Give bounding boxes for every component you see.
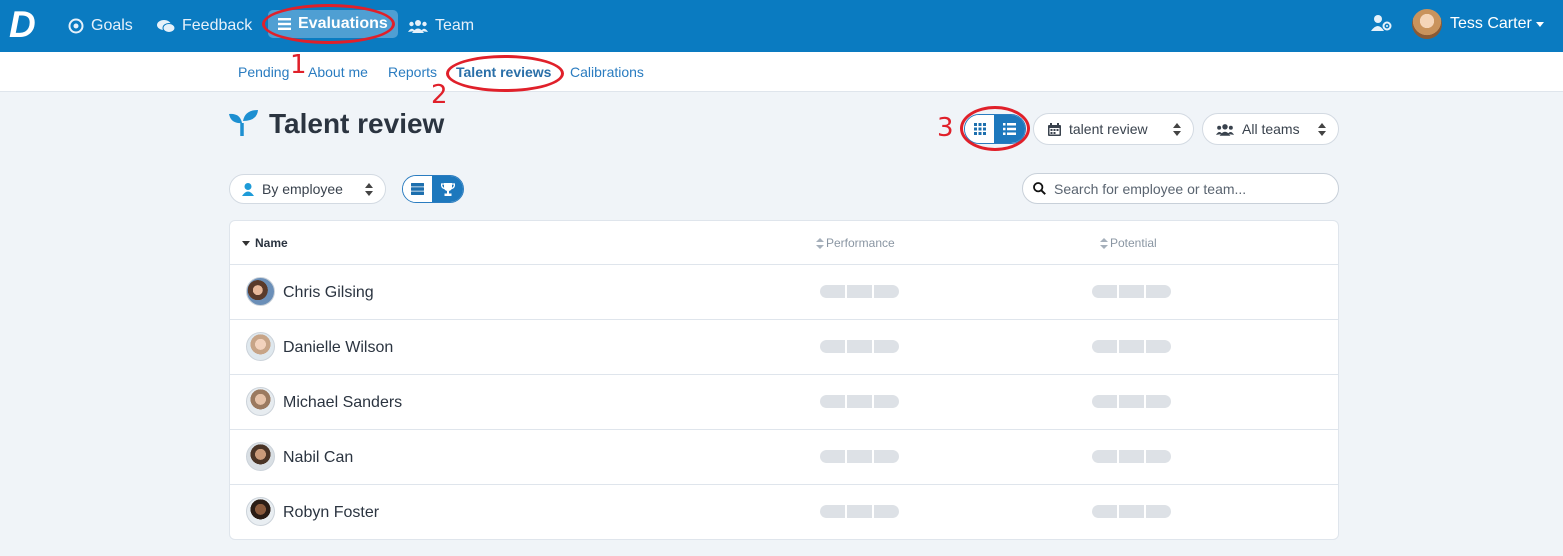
nav-feedback[interactable]: Feedback <box>157 0 252 52</box>
performance-bar <box>820 285 899 298</box>
review-select-value: talent review <box>1069 121 1148 137</box>
subnav-calibrations[interactable]: Calibrations <box>570 52 644 92</box>
table-mode-button[interactable] <box>403 176 433 202</box>
nav-goals[interactable]: Goals <box>68 0 133 52</box>
performance-header-label: Performance <box>826 236 895 250</box>
users-icon <box>408 20 428 33</box>
table-row[interactable]: Chris Gilsing <box>230 265 1338 320</box>
sub-navbar: Pending About me Reports Talent reviews … <box>0 52 1563 92</box>
server-icon <box>411 183 425 195</box>
avatar <box>246 497 275 526</box>
group-by-select[interactable]: By employee <box>229 174 386 204</box>
review-select[interactable]: talent review <box>1033 113 1194 145</box>
top-navbar: D Goals Feedback Evaluations Team Tess C… <box>0 0 1563 52</box>
user-menu[interactable]: Tess Carter <box>1450 0 1544 48</box>
potential-header-label: Potential <box>1110 236 1157 250</box>
list-bullets-icon <box>1003 123 1017 135</box>
potential-bar <box>1092 395 1171 408</box>
avatar <box>246 332 275 361</box>
employee-name: Michael Sanders <box>283 393 403 411</box>
employee-name: Nabil Can <box>283 448 354 466</box>
talent-review-table: Name Performance Potential Chris Gilsing… <box>229 220 1339 540</box>
updown-icon <box>1173 123 1181 136</box>
table-row[interactable]: Michael Sanders <box>230 375 1338 430</box>
annotation-number: 3 <box>937 113 954 143</box>
view-toggle <box>964 114 1026 144</box>
target-icon <box>68 18 84 34</box>
potential-bar <box>1092 285 1171 298</box>
employee-name: Chris Gilsing <box>283 283 374 301</box>
subnav-about-me[interactable]: About me <box>308 52 368 92</box>
search-icon <box>1033 182 1046 195</box>
avatar <box>246 442 275 471</box>
potential-bar <box>1092 450 1171 463</box>
avatar <box>246 387 275 416</box>
trophy-icon <box>440 182 455 196</box>
employee-name: Robyn Foster <box>283 503 380 521</box>
list-icon <box>278 18 291 30</box>
app-logo[interactable]: D <box>9 6 41 43</box>
avatar <box>246 277 275 306</box>
search-input[interactable] <box>1054 180 1324 197</box>
user-avatar[interactable] <box>1412 9 1442 39</box>
teams-select-value: All teams <box>1242 121 1300 137</box>
performance-bar <box>820 505 899 518</box>
nav-evaluations-label: Evaluations <box>298 15 388 32</box>
list-view-button[interactable] <box>994 115 1025 143</box>
grid-icon <box>973 123 986 135</box>
name-header-label: Name <box>255 236 288 250</box>
comments-icon <box>157 19 175 33</box>
performance-bar <box>820 395 899 408</box>
table-row[interactable]: Robyn Foster <box>230 485 1338 539</box>
annotation-number: 1 <box>290 50 307 80</box>
performance-bar <box>820 340 899 353</box>
employee-name: Danielle Wilson <box>283 338 394 356</box>
nav-team[interactable]: Team <box>408 0 474 52</box>
trophy-mode-button[interactable] <box>432 176 463 202</box>
nav-goals-label: Goals <box>91 17 133 34</box>
table-row[interactable]: Danielle Wilson <box>230 320 1338 375</box>
sprout-icon <box>229 110 258 136</box>
grid-view-button[interactable] <box>965 115 995 143</box>
table-row[interactable]: Nabil Can <box>230 430 1338 485</box>
nav-evaluations[interactable]: Evaluations <box>268 10 398 38</box>
subnav-reports[interactable]: Reports <box>388 52 437 92</box>
table-header: Name Performance Potential <box>230 221 1338 265</box>
caret-down-icon <box>1535 21 1544 27</box>
performance-column-header[interactable]: Performance <box>816 221 895 265</box>
potential-bar <box>1092 505 1171 518</box>
user-name-label: Tess Carter <box>1450 15 1532 32</box>
search-box <box>1022 173 1339 204</box>
name-column-header[interactable]: Name <box>242 221 288 265</box>
potential-column-header[interactable]: Potential <box>1100 221 1157 265</box>
teams-select[interactable]: All teams <box>1202 113 1339 145</box>
potential-bar <box>1092 340 1171 353</box>
sort-icon <box>816 237 824 249</box>
mode-toggle <box>402 175 464 203</box>
updown-icon <box>1318 123 1326 136</box>
sort-icon <box>1100 237 1108 249</box>
subnav-talent-reviews[interactable]: Talent reviews <box>456 52 551 92</box>
updown-icon <box>365 183 373 196</box>
user-settings-icon[interactable] <box>1371 14 1393 37</box>
group-by-value: By employee <box>262 181 343 197</box>
user-icon <box>242 182 254 196</box>
sort-desc-icon <box>242 240 250 246</box>
page-title: Talent review <box>269 108 445 139</box>
nav-team-label: Team <box>435 17 475 34</box>
nav-feedback-label: Feedback <box>182 17 253 34</box>
calendar-icon <box>1048 122 1061 136</box>
subnav-pending[interactable]: Pending <box>238 52 289 92</box>
users-icon <box>1216 123 1234 136</box>
annotation-number: 2 <box>431 80 448 110</box>
performance-bar <box>820 450 899 463</box>
